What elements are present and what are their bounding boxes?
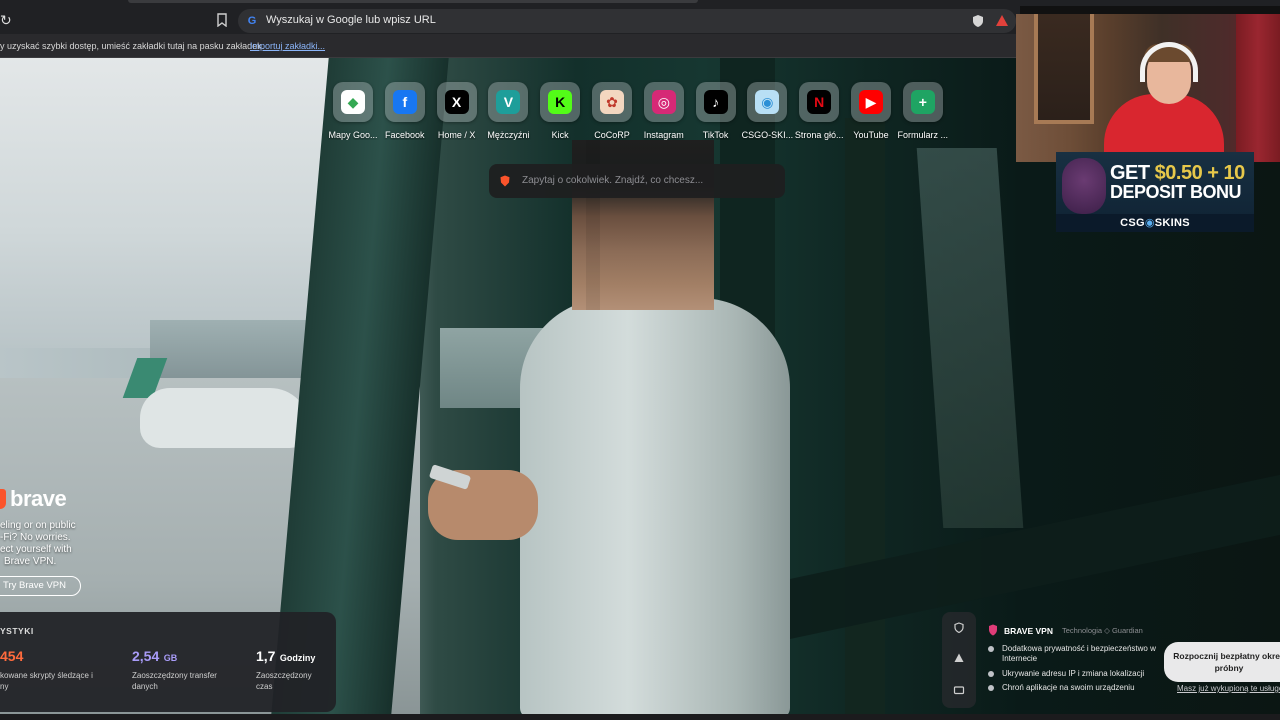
vpn-promo-line: eling or on public [0,520,76,531]
stat-time: 1,7 Godziny Zaoszczędzony czas [256,648,315,692]
stats-title: YSTYKI [0,626,34,636]
address-placeholder[interactable]: Wyszukaj w Google lub wpisz URL [266,14,436,26]
brave-vpn-card: BRAVE VPN Technologia ◇ Guardian Dodatko… [976,612,1280,708]
cocorp-icon: ✿ [600,90,624,114]
vpn-shield-icon[interactable] [953,622,965,634]
top-site-tile-bg[interactable]: ◉ [747,82,788,122]
webcam-shelf [1034,14,1094,124]
ad-brand: CSG◉SKINS [1056,214,1254,232]
active-tab[interactable] [128,0,698,3]
brave-rewards-icon[interactable] [995,14,1009,28]
top-site-tile-bg[interactable]: ◆ [333,82,373,122]
bandwidth-saved-value: 2,54 [132,648,160,664]
time-unit: Godziny [279,653,316,663]
feature-bullet-icon [988,646,994,652]
top-site-label[interactable]: Formularz ... [890,130,956,140]
time-saved-label: Zaoszczędzony czas [256,671,312,691]
vpn-technology-label: Technologia ◇ Guardian [1062,626,1143,635]
vpn-feature: Ukrywanie adresu IP i zmiana lokalizacji [988,669,1178,679]
brave-logo: brave [0,486,90,516]
vpn-feature: Dodatkowa prywatność i bezpieczeństwo w … [988,644,1178,664]
top-site-tile-bg[interactable]: V [488,82,529,122]
top-sites: ◆ Mapy Goo... f Facebook X Home / X V Mężczyźni… [326,82,956,142]
top-site-tile-bg[interactable]: + [902,82,943,122]
facebook-icon: f [392,90,417,114]
bookmark-icon[interactable] [216,13,228,27]
top-site-tile-bg[interactable]: K [540,82,581,122]
taskbar-edge [0,714,1280,720]
top-site-tile-bg[interactable]: X [436,82,477,122]
google-icon: G [247,15,257,27]
ad-subheadline: DEPOSIT BONU [1110,182,1242,202]
leo-search-placeholder[interactable]: Zapytaj o cokolwiek. Znajdź, co chcesz..… [522,175,703,186]
import-bookmarks-link[interactable]: Importuj zakładki... [250,41,325,51]
webcam-overlay [1016,14,1280,162]
brave-vpn-logo-icon [989,624,997,636]
top-site-tile-bg[interactable]: ◎ [643,82,684,122]
vpn-feature-text: Chroń aplikacje na swoim urządzeniu [1002,683,1135,692]
instagram-icon: ◎ [651,90,676,114]
bookmarks-bar-message: y uzyskać szybki dostęp, umieść zakładki… [0,41,265,51]
vpn-promo-line: ect yourself with [0,544,72,555]
vpn-feature-text: Dodatkowa prywatność i bezpieczeństwo w … [1002,644,1156,663]
vpn-card-title: BRAVE VPN [1004,626,1053,636]
sponsor-ad-banner: GET $0.50 + 10 DEPOSIT BONU CSG◉SKINS [1056,152,1254,232]
start-trial-button[interactable]: Rozpocznij bezpłatny okres próbny [1164,642,1280,682]
trackers-blocked-value: 454 [0,648,24,664]
trackers-blocked-label: kowane skrypty śledzące i ny [0,671,93,691]
vpn-feature: Chroń aplikacje na swoim urządzeniu [988,683,1178,693]
bookmarks-bar: y uzyskać szybki dostęp, umieść zakładki… [0,34,1020,58]
address-bar[interactable]: G Wyszukaj w Google lub wpisz URL [238,9,1016,33]
vpn-promo-text: eling or on public -Fi? No worries. ect … [0,520,90,568]
webcam-curtain [1236,14,1280,162]
background-airplane [140,388,310,448]
rewards-triangle-icon[interactable] [953,652,965,664]
wallet-icon[interactable] [953,684,965,696]
vpn-promo-line: -Fi? No worries. [0,532,71,543]
top-site-tile[interactable]: + Formularz ... [896,82,950,142]
brave-shields-icon[interactable] [972,14,984,28]
window-pane [916,148,1024,528]
top-site-tile-bg[interactable]: f [384,82,425,122]
brave-wordmark: brave [10,486,67,511]
leo-search-box[interactable]: Zapytaj o cokolwiek. Znajdź, co chcesz..… [489,164,785,198]
forms-plus-icon: + [910,90,935,114]
stat-bandwidth: 2,54 GB Zaoszczędzony transfer danych [132,648,217,692]
vpn-feature-text: Ukrywanie adresu IP i zmiana lokalizacji [1002,669,1145,678]
top-site-tile-bg[interactable]: ♪ [695,82,736,122]
background-sky [0,58,360,348]
v-icon: V [496,90,521,114]
tiktok-icon: ♪ [703,90,728,114]
maps-icon: ◆ [341,90,365,114]
stats-card: YSTYKI 454 kowane skrypty śledzące i ny 2… [0,612,336,712]
x-icon: X [444,90,469,114]
brave-lion-icon [0,489,6,509]
already-purchased-link[interactable]: Masz już wykupioną te usługę? [1177,684,1280,693]
time-saved-value: 1,7 [256,648,276,664]
brave-lion-icon [500,175,510,187]
browser-toolbar: ↻ G Wyszukaj w Google lub wpisz URL [0,6,1020,34]
ad-mascot [1062,158,1106,214]
stat-trackers: 454 kowane skrypty śledzące i ny [0,648,93,692]
top-site-tile-bg[interactable]: ✿ [592,82,632,122]
try-brave-vpn-button[interactable]: Try Brave VPN [0,576,81,596]
feature-bullet-icon [988,671,994,677]
bandwidth-saved-label: Zaoszczędzony transfer danych [132,671,217,691]
feature-bullet-icon [988,685,994,691]
csgoskins-icon: ◉ [755,90,780,114]
netflix-icon: N [807,90,832,114]
reload-icon[interactable]: ↻ [0,11,14,29]
person-figure [520,298,790,714]
youtube-icon: ▶ [859,90,883,114]
vpn-promo-line: Brave VPN. [4,556,57,567]
bandwidth-unit: GB [163,653,178,663]
top-site-tile-bg[interactable]: ▶ [851,82,891,122]
widget-switcher [942,612,976,708]
top-site-tile-bg[interactable]: N [799,82,840,122]
kick-icon: K [548,90,573,114]
